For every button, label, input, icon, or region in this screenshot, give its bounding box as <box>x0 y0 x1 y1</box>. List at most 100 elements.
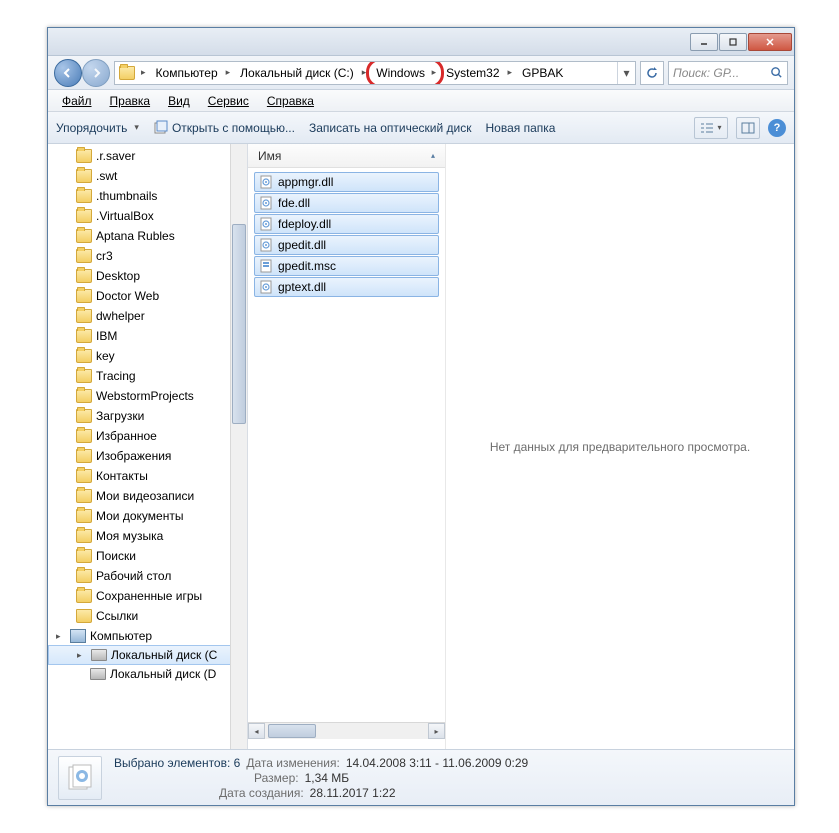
tree-item[interactable]: IBM <box>48 326 247 346</box>
navigation-pane[interactable]: .r.saver.swt .thumbnails .VirtualBox Aptana… <box>48 144 248 749</box>
breadcrumb-dropdown[interactable]: ▾ <box>617 62 635 84</box>
folder-icon <box>76 189 92 203</box>
tree-item[interactable]: Изображения <box>48 446 247 466</box>
tree-item-label: .thumbnails <box>96 189 157 203</box>
tree-item[interactable]: Tracing <box>48 366 247 386</box>
tree-item-label: Ссылки <box>96 609 138 623</box>
menu-edit[interactable]: Правка <box>102 92 159 110</box>
status-title: Выбрано элементов: 6 <box>114 756 240 770</box>
new-folder-button[interactable]: Новая папка <box>485 121 555 135</box>
menu-help[interactable]: Справка <box>259 92 322 110</box>
tree-item[interactable]: .swt <box>48 166 247 186</box>
refresh-button[interactable] <box>640 61 664 85</box>
file-name: fdeploy.dll <box>278 217 331 231</box>
open-icon <box>153 120 169 136</box>
explorer-window: ▸ Компьютер ▸ Локальный диск (C:) ▸ Wind… <box>47 27 795 806</box>
tree-item[interactable]: .r.saver <box>48 146 247 166</box>
tree-item[interactable]: .thumbnails <box>48 186 247 206</box>
breadcrumb-segment[interactable]: Локальный диск (C:) <box>234 62 358 84</box>
address-bar[interactable]: ▸ Компьютер ▸ Локальный диск (C:) ▸ Wind… <box>114 61 636 85</box>
file-row[interactable]: gpedit.dll <box>254 235 439 255</box>
maximize-button[interactable] <box>719 33 747 51</box>
search-placeholder: Поиск: GP... <box>673 66 739 80</box>
breadcrumb-segment-windows[interactable]: Windows ▸ <box>370 62 440 84</box>
chevron-right-icon[interactable]: ▸ <box>222 67 235 78</box>
folder-icon <box>119 66 135 80</box>
tree-item[interactable]: Aptana Rubles <box>48 226 247 246</box>
file-row[interactable]: appmgr.dll <box>254 172 439 192</box>
folder-icon <box>76 229 92 243</box>
tree-item-label: Рабочий стол <box>96 569 171 583</box>
organize-button[interactable]: Упорядочить <box>56 121 139 135</box>
scroll-right-button[interactable]: ▸ <box>428 723 445 739</box>
breadcrumb-segment[interactable]: Компьютер <box>150 62 222 84</box>
forward-button[interactable] <box>82 59 110 87</box>
tree-item[interactable]: dwhelper <box>48 306 247 326</box>
file-row[interactable]: gptext.dll <box>254 277 439 297</box>
tree-item[interactable]: Мои видеозаписи <box>48 486 247 506</box>
file-row[interactable]: fdeploy.dll <box>254 214 439 234</box>
chevron-right-icon[interactable]: ▸ <box>137 67 150 78</box>
tree-item[interactable]: WebstormProjects <box>48 386 247 406</box>
tree-item[interactable]: Контакты <box>48 466 247 486</box>
scroll-left-button[interactable]: ◂ <box>248 723 265 739</box>
folder-icon <box>76 549 92 563</box>
titlebar[interactable] <box>48 28 794 56</box>
view-mode-button[interactable]: ▾ <box>694 117 728 139</box>
tree-item[interactable]: cr3 <box>48 246 247 266</box>
folder-icon <box>76 289 92 303</box>
tree-item[interactable]: Сохраненные игры <box>48 586 247 606</box>
scrollbar-thumb[interactable] <box>268 724 316 738</box>
file-row[interactable]: gpedit.msc <box>254 256 439 276</box>
breadcrumb-segment[interactable]: System32 <box>440 62 503 84</box>
tree-item-drive[interactable]: Локальный диск (D <box>48 664 247 684</box>
scrollbar-thumb[interactable] <box>232 224 246 424</box>
tree-item[interactable]: Поиски <box>48 546 247 566</box>
tree-item[interactable]: Избранное <box>48 426 247 446</box>
tree-item[interactable]: Doctor Web <box>48 286 247 306</box>
tree-item[interactable]: Desktop <box>48 266 247 286</box>
menu-view[interactable]: Вид <box>160 92 198 110</box>
folder-icon <box>76 469 92 483</box>
tree-item[interactable]: Моя музыка <box>48 526 247 546</box>
tree-item[interactable]: Рабочий стол <box>48 566 247 586</box>
status-size-label: Размер: <box>254 771 299 785</box>
file-row[interactable]: fde.dll <box>254 193 439 213</box>
folder-icon <box>76 149 92 163</box>
search-input[interactable]: Поиск: GP... <box>668 61 788 85</box>
tree-item[interactable]: Ссылки <box>48 606 247 626</box>
tree-item-label: .VirtualBox <box>96 209 154 223</box>
preview-pane-button[interactable] <box>736 117 760 139</box>
horizontal-scrollbar[interactable]: ◂ ▸ <box>248 722 445 739</box>
tree-item-label: WebstormProjects <box>96 389 194 403</box>
tree-item[interactable]: Мои документы <box>48 506 247 526</box>
sidebar-scrollbar[interactable] <box>230 144 247 749</box>
tree-item[interactable]: key <box>48 346 247 366</box>
breadcrumb-segment[interactable]: GPBAK <box>516 62 567 84</box>
minimize-button[interactable] <box>690 33 718 51</box>
tree-item-drive[interactable]: ▸Локальный диск (C <box>48 645 247 665</box>
chevron-right-icon[interactable]: ▸ <box>504 67 517 78</box>
file-list[interactable]: Имя ▴ appmgr.dll fde.dll fdeploy.dll gpedit… <box>248 144 446 749</box>
tree-item[interactable]: .VirtualBox <box>48 206 247 226</box>
tree-item-label: Контакты <box>96 469 148 483</box>
tree-item-computer[interactable]: ▸Компьютер <box>48 626 247 646</box>
tree-item-label: Aptana Rubles <box>96 229 175 243</box>
open-with-button[interactable]: Открыть с помощью... <box>153 120 295 136</box>
close-button[interactable] <box>748 33 792 51</box>
folder-icon <box>76 509 92 523</box>
folder-icon <box>76 529 92 543</box>
menubar: Файл Правка Вид Сервис Справка <box>48 90 794 112</box>
folder-icon <box>76 389 92 403</box>
file-name: appmgr.dll <box>278 175 333 189</box>
menu-file[interactable]: Файл <box>54 92 100 110</box>
tree-item-label: Загрузки <box>96 409 144 423</box>
help-button[interactable]: ? <box>768 119 786 137</box>
column-header-name[interactable]: Имя ▴ <box>248 144 445 168</box>
back-button[interactable] <box>54 59 82 87</box>
burn-button[interactable]: Записать на оптический диск <box>309 121 472 135</box>
tree-item[interactable]: Загрузки <box>48 406 247 426</box>
status-created-value: 28.11.2017 1:22 <box>310 786 396 800</box>
chevron-right-icon[interactable]: ▸ <box>358 67 371 78</box>
menu-tools[interactable]: Сервис <box>200 92 257 110</box>
